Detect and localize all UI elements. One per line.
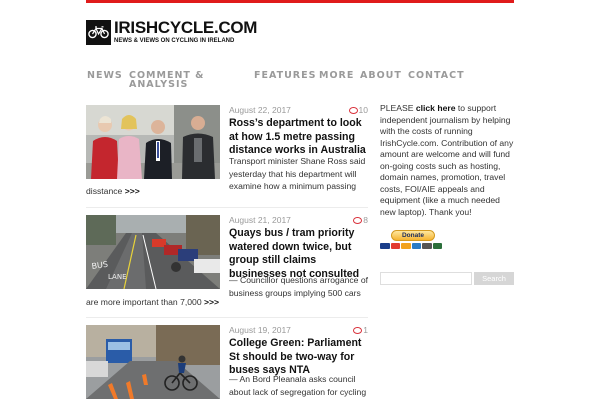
search-input[interactable] bbox=[380, 272, 472, 285]
post-thumbnail[interactable] bbox=[86, 325, 220, 399]
site-title: IRISHCYCLE.COM bbox=[114, 18, 258, 37]
post-excerpt-tail: are more important than 7,000 >>> bbox=[86, 296, 368, 309]
donate-button[interactable]: Donate bbox=[391, 230, 435, 241]
read-more-link[interactable]: >>> bbox=[125, 186, 140, 196]
comment-count[interactable]: 10 bbox=[348, 105, 368, 116]
top-accent-bar bbox=[86, 0, 514, 3]
post-thumbnail[interactable] bbox=[86, 105, 220, 179]
post-divider bbox=[86, 207, 368, 208]
nav-contact[interactable]: CONTACT bbox=[408, 71, 465, 81]
post-excerpt-tail: disstance >>> bbox=[86, 185, 368, 198]
nav-comment-analysis-line2[interactable]: ANALYSIS bbox=[129, 80, 188, 90]
post-date: August 19, 2017 bbox=[229, 325, 291, 335]
support-text-after: to support independent journalism by hel… bbox=[380, 103, 514, 217]
post-item: August 22, 2017 10 Ross’s department to … bbox=[86, 105, 368, 208]
post-excerpt: — An Bord Pleanala asks council about la… bbox=[229, 374, 367, 400]
post-thumbnail[interactable]: BUS LANE bbox=[86, 215, 220, 289]
post-title[interactable]: Quays bus / tram priority watered down t… bbox=[229, 227, 368, 281]
support-link[interactable]: click here bbox=[416, 103, 456, 113]
nav-news[interactable]: NEWS bbox=[87, 71, 123, 81]
read-more-link[interactable]: >>> bbox=[204, 297, 219, 307]
comment-count-value: 10 bbox=[358, 105, 368, 115]
post-title[interactable]: Ross’s department to look at how 1.5 met… bbox=[229, 117, 368, 158]
post-item: BUS LANE August 21, 2017 8 Quays bus / t… bbox=[86, 215, 368, 318]
bicycle-icon bbox=[86, 19, 111, 45]
svg-text:LANE: LANE bbox=[108, 273, 127, 281]
payment-cards-icon bbox=[380, 243, 444, 249]
speech-bubble-icon bbox=[353, 327, 363, 334]
nav-features[interactable]: FEATURES bbox=[254, 71, 316, 81]
nav-about[interactable]: ABOUT bbox=[360, 71, 402, 81]
donate-widget: Donate bbox=[380, 230, 444, 252]
post-title[interactable]: College Green: Parliament St should be t… bbox=[229, 337, 368, 378]
post-date: August 22, 2017 bbox=[229, 105, 291, 115]
main-nav: NEWS COMMENT & ANALYSIS FEATURES MORE AB… bbox=[0, 71, 600, 91]
site-logo[interactable]: IRISHCYCLE.COM NEWS & VIEWS ON CYCLING I… bbox=[86, 19, 257, 45]
post-excerpt-tail-text: disstance bbox=[86, 186, 123, 196]
comment-count[interactable]: 8 bbox=[353, 215, 368, 226]
support-text-before: PLEASE bbox=[380, 103, 416, 113]
post-item: August 19, 2017 1 College Green: Parliam… bbox=[86, 325, 368, 400]
sidebar-support-text: PLEASE click here to support independent… bbox=[380, 103, 515, 218]
post-date: August 21, 2017 bbox=[229, 215, 291, 225]
post-divider bbox=[86, 317, 368, 318]
nav-more[interactable]: MORE bbox=[319, 71, 354, 81]
site-tagline: NEWS & VIEWS ON CYCLING IN IRELAND bbox=[114, 38, 235, 44]
speech-bubble-icon bbox=[353, 217, 363, 224]
comment-count-value: 8 bbox=[363, 215, 368, 225]
speech-bubble-icon bbox=[348, 107, 358, 114]
comment-count[interactable]: 1 bbox=[353, 325, 368, 336]
comment-count-value: 1 bbox=[363, 325, 368, 335]
post-excerpt-tail-text: are more important than 7,000 bbox=[86, 297, 202, 307]
search-button[interactable]: Search bbox=[474, 272, 514, 285]
